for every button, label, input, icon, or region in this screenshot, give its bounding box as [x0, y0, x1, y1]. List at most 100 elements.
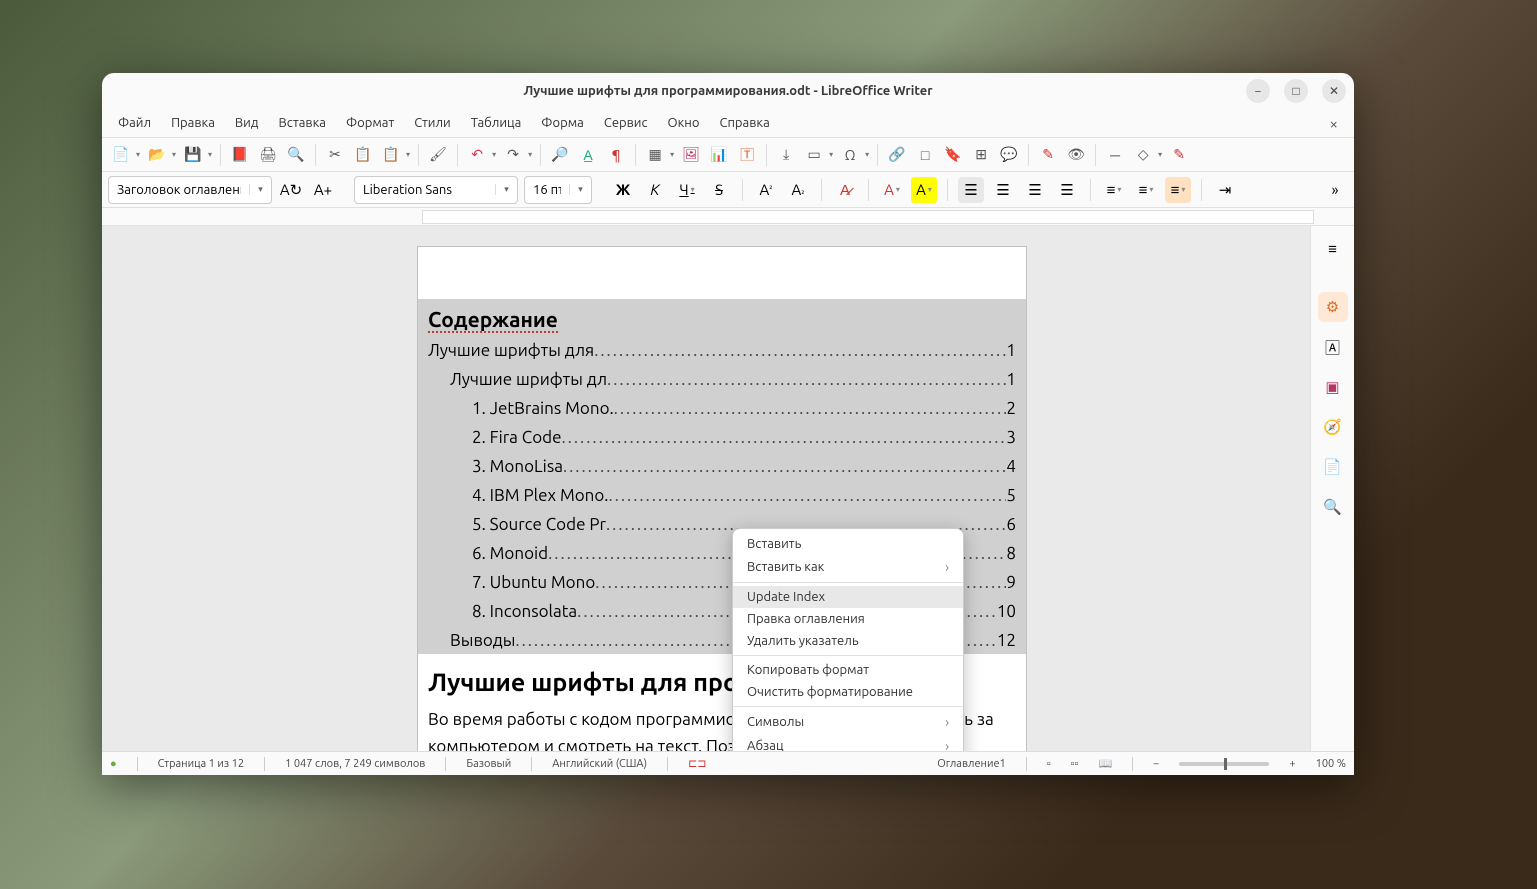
zoom-out-button[interactable]: −	[1153, 758, 1159, 770]
sidebar-gallery-icon[interactable]: ▣	[1318, 372, 1348, 402]
context-menu-item[interactable]: Update Index	[733, 586, 963, 608]
menu-edit[interactable]: Правка	[163, 113, 223, 133]
menu-insert[interactable]: Вставка	[270, 113, 333, 133]
track-changes-icon[interactable]: ✎	[1035, 142, 1061, 168]
zoom-level[interactable]: 100 %	[1316, 758, 1346, 770]
footnote-icon[interactable]: □	[912, 142, 938, 168]
font-name-combo[interactable]: ▾	[354, 176, 518, 204]
dropdown-icon[interactable]: ▾	[490, 150, 498, 159]
menu-help[interactable]: Справка	[712, 113, 778, 133]
toolbar-overflow-icon[interactable]: »	[1322, 177, 1348, 203]
toc-entry[interactable]: 1. JetBrains Mono.......................…	[428, 399, 1016, 418]
clone-formatting-icon[interactable]: 🖌	[425, 142, 451, 168]
superscript-button[interactable]: A²	[753, 177, 779, 203]
toc-entry[interactable]: 3. MonoLisa.............................…	[428, 457, 1016, 476]
save-indicator-icon[interactable]: ●	[110, 758, 117, 770]
paragraph-style-input[interactable]	[109, 177, 249, 203]
spellcheck-icon[interactable]: A̲	[575, 142, 601, 168]
font-size-combo[interactable]: ▾	[524, 176, 592, 204]
sidebar-inspector-icon[interactable]: 🔍	[1318, 492, 1348, 522]
close-button[interactable]: ✕	[1322, 79, 1346, 103]
sidebar-navigator-icon[interactable]: 🧭	[1318, 412, 1348, 442]
align-justify-button[interactable]: ☰	[1054, 177, 1080, 203]
status-insert-mode-icon[interactable]: ⊏⊐	[688, 757, 706, 770]
align-right-button[interactable]: ☰	[1022, 177, 1048, 203]
view-book-icon[interactable]: 📖	[1098, 757, 1112, 770]
dropdown-icon[interactable]: ▾	[827, 150, 835, 159]
dropdown-icon[interactable]: ▾	[134, 150, 142, 159]
menu-tools[interactable]: Сервис	[596, 113, 656, 133]
zoom-slider[interactable]	[1179, 762, 1269, 766]
status-context[interactable]: Оглавление1	[937, 758, 1006, 770]
dropdown-icon[interactable]: ▾	[404, 150, 412, 159]
font-size-input[interactable]	[525, 177, 569, 203]
toc-entry[interactable]: Лучшие шрифты для.......................…	[428, 341, 1016, 360]
dropdown-icon[interactable]: ▾	[1156, 150, 1164, 159]
menu-format[interactable]: Формат	[338, 113, 402, 133]
paste-icon[interactable]: 📋	[378, 142, 404, 168]
new-document-icon[interactable]: 📄	[108, 142, 134, 168]
sidebar-properties-icon[interactable]: ⚙	[1318, 292, 1348, 322]
print-icon[interactable]: 🖨	[255, 142, 281, 168]
export-pdf-icon[interactable]: 📕	[227, 142, 253, 168]
show-changes-icon[interactable]: 👁	[1063, 142, 1089, 168]
menu-form[interactable]: Форма	[533, 113, 592, 133]
toc-entry[interactable]: 4. IBM Plex Mono........................…	[428, 486, 1016, 505]
menu-styles[interactable]: Стили	[406, 113, 459, 133]
line-icon[interactable]: ─	[1102, 142, 1128, 168]
draw-functions-icon[interactable]: ✎	[1166, 142, 1192, 168]
dropdown-icon[interactable]: ▾	[863, 150, 871, 159]
context-menu-item[interactable]: Вставить как	[733, 555, 963, 579]
toc-entry[interactable]: 2. Fira Code............................…	[428, 428, 1016, 447]
insert-chart-icon[interactable]: 📊	[706, 142, 732, 168]
minimize-button[interactable]: −	[1246, 79, 1270, 103]
horizontal-ruler[interactable]	[422, 210, 1314, 224]
dropdown-icon[interactable]: ▾	[526, 150, 534, 159]
cross-reference-icon[interactable]: ⊞	[968, 142, 994, 168]
undo-icon[interactable]: ↶	[464, 142, 490, 168]
menu-window[interactable]: Окно	[660, 113, 708, 133]
menu-file[interactable]: Файл	[110, 113, 159, 133]
underline-button[interactable]: Ч▾	[674, 177, 700, 203]
menu-table[interactable]: Таблица	[463, 113, 530, 133]
view-single-page-icon[interactable]: ▫	[1047, 758, 1051, 770]
context-menu-item[interactable]: Символы	[733, 710, 963, 734]
clear-formatting-icon[interactable]: A̷	[832, 177, 858, 203]
find-replace-icon[interactable]: 🔎	[547, 142, 573, 168]
strikethrough-button[interactable]: S	[706, 177, 732, 203]
context-menu-item[interactable]: Вставить	[733, 533, 963, 555]
dropdown-icon[interactable]: ▾	[249, 184, 271, 195]
bold-button[interactable]: Ж	[610, 177, 636, 203]
dropdown-icon[interactable]: ▾	[495, 184, 517, 195]
italic-button[interactable]: К	[642, 177, 668, 203]
page-break-icon[interactable]: ⤓	[773, 142, 799, 168]
print-preview-icon[interactable]: 🔍	[283, 142, 309, 168]
update-style-icon[interactable]: A↻	[278, 177, 304, 203]
status-language[interactable]: Английский (США)	[552, 758, 647, 770]
sidebar-toggle-icon[interactable]: ≡	[1318, 234, 1348, 264]
increase-indent-button[interactable]: ⇥	[1212, 177, 1238, 203]
hyperlink-icon[interactable]: 🔗	[884, 142, 910, 168]
sidebar-styles-icon[interactable]: 🄰	[1318, 332, 1348, 362]
context-menu-item[interactable]: Очистить форматирование	[733, 681, 963, 703]
dropdown-icon[interactable]: ▾	[206, 150, 214, 159]
insert-symbol-icon[interactable]: Ω	[837, 142, 863, 168]
dropdown-icon[interactable]: ▾	[170, 150, 178, 159]
redo-icon[interactable]: ↷	[500, 142, 526, 168]
font-color-button[interactable]: A▾	[879, 177, 905, 203]
save-icon[interactable]: 💾	[180, 142, 206, 168]
context-menu-item[interactable]: Копировать формат	[733, 659, 963, 681]
open-icon[interactable]: 📂	[144, 142, 170, 168]
formatting-marks-icon[interactable]: ¶	[603, 142, 629, 168]
cut-icon[interactable]: ✂	[322, 142, 348, 168]
comment-icon[interactable]: 💬	[996, 142, 1022, 168]
highlight-color-button[interactable]: A▾	[911, 177, 937, 203]
context-menu-item[interactable]: Удалить указатель	[733, 630, 963, 652]
outline-button[interactable]: ≡▾	[1165, 177, 1191, 203]
font-name-input[interactable]	[355, 177, 495, 203]
context-menu-item[interactable]: Правка оглавления	[733, 608, 963, 630]
bullet-list-button[interactable]: ≡▾	[1101, 177, 1127, 203]
insert-field-icon[interactable]: ▭	[801, 142, 827, 168]
status-page[interactable]: Страница 1 из 12	[158, 758, 244, 770]
bookmark-icon[interactable]: 🔖	[940, 142, 966, 168]
